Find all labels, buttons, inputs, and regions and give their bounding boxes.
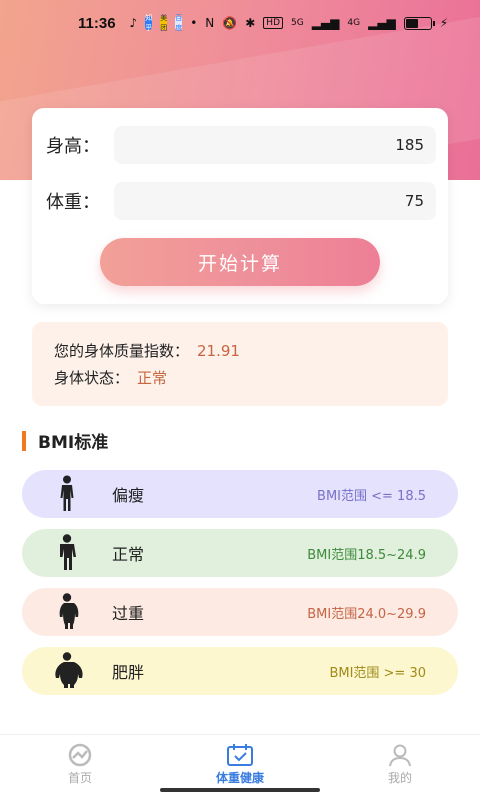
mute-icon: 🔕: [222, 16, 238, 30]
charging-icon: ⚡: [439, 16, 449, 30]
weight-row: 体重：: [46, 182, 436, 220]
section-accent-bar: [22, 430, 26, 451]
network-5g: 5G: [291, 18, 304, 28]
overweight-person-icon: [22, 593, 112, 631]
result-card: 您的身体质量指数： 21.91 身体状态： 正常: [32, 322, 448, 406]
bluetooth-icon: ✱: [245, 16, 256, 30]
status-result-label: 身体状态：: [54, 369, 130, 387]
bmi-category-range: BMI范围 >= 30: [329, 665, 426, 681]
user-icon: [389, 744, 411, 767]
height-label: 身高：: [46, 136, 100, 157]
nfc-icon: N: [205, 16, 215, 30]
tab-mine[interactable]: 我的: [320, 735, 480, 800]
tab-home[interactable]: 首页: [0, 735, 160, 800]
thin-person-icon: [22, 475, 112, 513]
bmi-section-header: BMI标准: [22, 428, 108, 453]
bmi-category-range: BMI范围18.5~24.9: [307, 547, 426, 563]
meituan-app-icon: 美团: [160, 14, 168, 32]
home-chart-icon: [68, 743, 92, 767]
obese-person-icon: [22, 652, 112, 690]
bmi-category-name: 偏瘦: [112, 486, 145, 505]
baidu-app-icon: 百度: [175, 14, 183, 32]
normal-person-icon: [22, 534, 112, 572]
bmi-result-line: 您的身体质量指数： 21.91: [54, 340, 240, 361]
hd-icon: HD: [263, 17, 283, 29]
bmi-category-name: 肥胖: [112, 663, 145, 682]
network-4g: 4G: [347, 18, 361, 28]
bmi-category-thin: 偏瘦 BMI范围 <= 18.5: [22, 470, 458, 518]
calculate-button[interactable]: 开始计算: [100, 238, 380, 286]
zhihu-app-icon: 知乎: [145, 14, 153, 32]
tab-weight-health-label: 体重健康: [215, 771, 264, 785]
home-indicator: [160, 788, 320, 792]
status-result-value: 正常: [137, 369, 168, 387]
tab-mine-label: 我的: [387, 771, 412, 785]
bmi-category-obese: 肥胖 BMI范围 >= 30: [22, 647, 458, 695]
bmi-category-name: 正常: [112, 545, 145, 564]
bmi-category-range: BMI范围 <= 18.5: [317, 488, 426, 504]
signal-icon-2: ▂▄▆: [368, 16, 396, 30]
dot-icon: •: [190, 16, 198, 30]
tab-home-label: 首页: [67, 771, 92, 785]
status-time: 11:36: [78, 14, 116, 32]
calendar-check-icon: [227, 744, 253, 766]
height-row: 身高：: [46, 126, 436, 164]
bmi-category-overweight: 过重 BMI范围24.0~29.9: [22, 588, 458, 636]
height-input[interactable]: [114, 126, 436, 164]
status-result-line: 身体状态： 正常: [54, 367, 167, 388]
section-title: BMI标准: [38, 433, 109, 453]
battery-icon: [403, 16, 435, 30]
status-bar: 11:36 ♪ 知乎 美团 百度 • N 🔕 ✱ HD 5G ▂▄▆ 4G ▂▄…: [0, 0, 480, 46]
bmi-category-range: BMI范围24.0~29.9: [307, 606, 426, 622]
weight-label: 体重：: [46, 192, 100, 213]
tiktok-icon: ♪: [129, 16, 138, 30]
weight-input[interactable]: [114, 182, 436, 220]
bmi-result-value: 21.91: [197, 342, 240, 360]
signal-icon: ▂▄▆: [311, 16, 340, 30]
bmi-category-name: 过重: [112, 604, 145, 623]
bmi-category-normal: 正常 BMI范围18.5~24.9: [22, 529, 458, 577]
bmi-result-label: 您的身体质量指数：: [54, 342, 190, 360]
input-card: 身高： 体重： 开始计算: [32, 108, 448, 304]
